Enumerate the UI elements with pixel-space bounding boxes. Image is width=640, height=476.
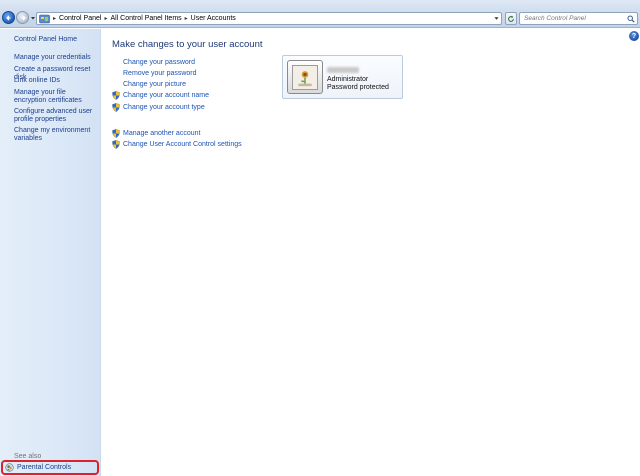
uac-shield-icon: [112, 129, 120, 138]
task-manage-credentials[interactable]: Manage your credentials: [14, 54, 98, 62]
help-icon[interactable]: ?: [629, 31, 639, 41]
task-pane: Control Panel Home Manage your credentia…: [0, 29, 101, 476]
search-box[interactable]: [519, 12, 638, 25]
account-name-redacted: [327, 67, 359, 73]
change-account-name-label: Change your account name: [123, 92, 209, 99]
forward-arrow-icon: [20, 15, 26, 20]
remove-password-link[interactable]: Remove your password: [123, 70, 197, 77]
account-picture-image: [292, 64, 318, 90]
address-bar[interactable]: ▸ Control Panel ▸ All Control Panel Item…: [36, 12, 502, 25]
search-input[interactable]: [524, 15, 624, 22]
breadcrumb-user-accounts[interactable]: User Accounts: [191, 15, 236, 22]
change-account-type-label: Change your account type: [123, 104, 205, 111]
uac-settings-label: Change User Account Control settings: [123, 141, 242, 148]
task-link-online-ids[interactable]: Link online IDs: [14, 77, 98, 85]
parental-controls-icon: [5, 463, 14, 472]
parental-controls-link[interactable]: Parental Controls: [1, 460, 99, 475]
account-picture[interactable]: [287, 60, 323, 94]
account-role: Administrator: [327, 76, 369, 83]
change-account-type-link[interactable]: Change your account type: [112, 103, 205, 112]
uac-shield-icon: [112, 140, 120, 149]
breadcrumb-separator[interactable]: ▸: [52, 15, 57, 22]
breadcrumb-separator[interactable]: ▸: [184, 15, 189, 22]
control-panel-icon: [39, 14, 50, 23]
parental-controls-label: Parental Controls: [17, 464, 72, 471]
uac-shield-icon: [112, 103, 120, 112]
navigation-bar: ▸ Control Panel ▸ All Control Panel Item…: [0, 0, 640, 28]
task-environment-variables[interactable]: Change my environment variables: [14, 127, 98, 143]
see-also-label: See also: [14, 453, 42, 460]
task-advanced-profile-properties[interactable]: Configure advanced user profile properti…: [14, 108, 98, 124]
task-file-encryption-certificates[interactable]: Manage your file encryption certificates: [14, 89, 98, 105]
change-picture-link[interactable]: Change your picture: [123, 81, 186, 88]
search-icon[interactable]: [627, 15, 635, 23]
manage-another-account-label: Manage another account: [123, 130, 201, 137]
account-password-status: Password protected: [327, 84, 389, 91]
refresh-icon: [508, 15, 514, 22]
control-panel-home-link[interactable]: Control Panel Home: [14, 36, 77, 43]
manage-another-account-link[interactable]: Manage another account: [112, 129, 200, 138]
back-arrow-icon: [5, 15, 11, 20]
breadcrumb-all-items[interactable]: All Control Panel Items: [110, 15, 181, 22]
refresh-button[interactable]: [505, 12, 517, 25]
breadcrumb-control-panel[interactable]: Control Panel: [59, 15, 101, 22]
change-password-link[interactable]: Change your password: [123, 59, 195, 66]
uac-settings-link[interactable]: Change User Account Control settings: [112, 140, 242, 149]
back-button[interactable]: [2, 11, 15, 24]
page-title: Make changes to your user account: [112, 39, 263, 50]
change-account-name-link[interactable]: Change your account name: [112, 91, 209, 100]
forward-button[interactable]: [16, 11, 29, 24]
flower-icon: [298, 71, 312, 87]
breadcrumb-separator[interactable]: ▸: [103, 15, 108, 22]
uac-shield-icon: [112, 91, 120, 100]
chevron-down-icon[interactable]: [494, 16, 499, 21]
account-tile: Administrator Password protected: [282, 55, 403, 99]
